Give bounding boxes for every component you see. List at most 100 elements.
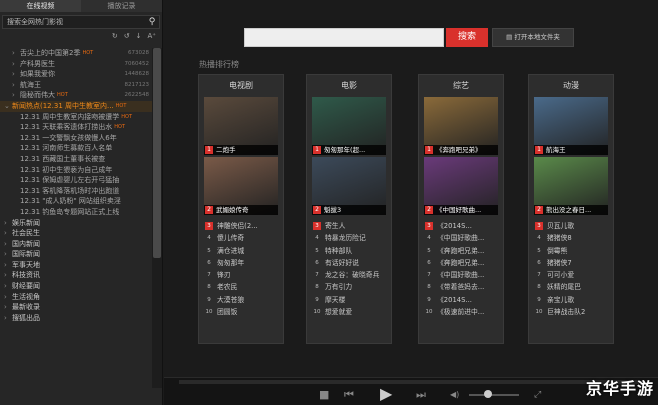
- rank-item[interactable]: 5 《奔跑吧兄弟...: [419, 245, 503, 257]
- sidebar-item[interactable]: 12.31 客机降落机场时冲出跑道: [0, 186, 152, 197]
- rank-item[interactable]: 4 傻儿传奇: [199, 232, 283, 244]
- sidebar-item[interactable]: › 最新收录: [0, 302, 152, 313]
- rank-item[interactable]: 4 特暴龙历险记: [307, 232, 391, 244]
- sidebar-item[interactable]: 12.31 西藏国土董事长被查: [0, 154, 152, 165]
- search-button[interactable]: 搜索: [446, 28, 488, 47]
- rank-item[interactable]: 3 贝瓦儿歌: [529, 220, 613, 232]
- rank-item[interactable]: 5 特种部队: [307, 245, 391, 257]
- sidebar-item[interactable]: › 航海王 8217123: [0, 80, 152, 91]
- stop-icon[interactable]: ■: [319, 388, 329, 401]
- search-icon[interactable]: ⚲: [145, 17, 159, 27]
- rank-item[interactable]: 4 猪猪侠8: [529, 232, 613, 244]
- rank-number: 10: [425, 309, 433, 316]
- rank-item-label: 万有引力: [325, 283, 353, 292]
- font-size-icon[interactable]: A⁺: [148, 32, 156, 42]
- rank-item[interactable]: 10 巨神战击队2: [529, 306, 613, 318]
- rank-item[interactable]: 6 《奔跑吧兄弟...: [419, 257, 503, 269]
- refresh-icon[interactable]: ↻: [112, 32, 118, 42]
- sidebar-item[interactable]: 12.31 "成人奶粉" 网站组织卖淫: [0, 196, 152, 207]
- sidebar-item[interactable]: › 产科男医生 7060452: [0, 59, 152, 70]
- sidebar-item[interactable]: ⌄ 新闻热点(12.31 周中生教室内... HOT: [0, 100, 152, 112]
- poster-card[interactable]: 武媚娘传奇 2: [204, 157, 278, 215]
- sidebar-item[interactable]: 12.31 保姆虐婴儿左右开弓猛抽: [0, 175, 152, 186]
- sidebar-item[interactable]: › 科技资讯: [0, 270, 152, 281]
- rank-item[interactable]: 7 龙之谷：破晓奇兵: [307, 269, 391, 281]
- sidebar-item[interactable]: › 社会民生: [0, 228, 152, 239]
- scrollbar-thumb[interactable]: [153, 48, 161, 258]
- sidebar-item[interactable]: 12.31 钓鱼岛专题网站正式上线: [0, 207, 152, 218]
- rank-item[interactable]: 9 摩天楼: [307, 294, 391, 306]
- sidebar-item[interactable]: › 军事天地: [0, 260, 152, 271]
- poster-card[interactable]: 魁拔3 2: [312, 157, 386, 215]
- play-icon[interactable]: ▶: [380, 384, 392, 403]
- poster-card[interactable]: 航海王 1: [534, 97, 608, 155]
- volume-icon[interactable]: ◀): [450, 390, 459, 399]
- next-icon[interactable]: ⏭: [416, 388, 426, 402]
- rank-item[interactable]: 8 老农民: [199, 281, 283, 293]
- sidebar-scrollbar[interactable]: [152, 48, 162, 388]
- sidebar-tabs: 在线视频 播放记录: [0, 0, 162, 12]
- sidebar-item[interactable]: 12.31 周中生教室内接吻被遭学 HOT: [0, 112, 152, 123]
- tab-play-history[interactable]: 播放记录: [81, 0, 162, 12]
- rank-item[interactable]: 8 《带着爸妈去...: [419, 281, 503, 293]
- sidebar-item[interactable]: › 隐秘而伟大 HOT 2622548: [0, 90, 152, 101]
- poster-card[interactable]: 《奔跑吧兄弟》 1: [424, 97, 498, 155]
- sidebar-item[interactable]: 12.31 天联乘客遗体打捞出水 HOT: [0, 122, 152, 133]
- sidebar-search-input[interactable]: 搜索全网热门影视: [3, 17, 145, 27]
- poster-card[interactable]: 二炮手 1: [204, 97, 278, 155]
- rank-item[interactable]: 7 《中国好歌曲...: [419, 269, 503, 281]
- rank-item[interactable]: 9 亲宝儿歌: [529, 294, 613, 306]
- sidebar-item[interactable]: › 国际新闻: [0, 249, 152, 260]
- sidebar-item[interactable]: › 国内新闻: [0, 239, 152, 250]
- rank-item[interactable]: 6 匆匆那年: [199, 257, 283, 269]
- rank-item[interactable]: 3 寄生人: [307, 220, 391, 232]
- rank-item-label: 老农民: [217, 283, 238, 292]
- rank-item[interactable]: 3 神雕侠侣(2...: [199, 220, 283, 232]
- chevron-right-icon: ›: [12, 49, 15, 57]
- sidebar-item[interactable]: › 舌尖上的中国第2季 HOT 673028: [0, 48, 152, 59]
- sidebar-item[interactable]: 12.31 河南师生募款百人名单: [0, 143, 152, 154]
- sidebar-item[interactable]: 12.31 一交警飘女孩做慢人6年: [0, 133, 152, 144]
- rank-item[interactable]: 4 《中国好歌曲...: [419, 232, 503, 244]
- volume-knob[interactable]: [484, 390, 492, 398]
- sidebar-item-label: 如果我爱你: [20, 70, 55, 79]
- rank-item[interactable]: 6 猪猪侠7: [529, 257, 613, 269]
- rank-item[interactable]: 3 《2014S...: [419, 220, 503, 232]
- rank-item[interactable]: 7 可可小爱: [529, 269, 613, 281]
- volume-slider[interactable]: [469, 394, 519, 396]
- sidebar-item[interactable]: 12.31 初中生猥亵为自己成年: [0, 165, 152, 176]
- sidebar-item[interactable]: › 财经要闻: [0, 281, 152, 292]
- poster-card[interactable]: 《中国好歌曲... 2: [424, 157, 498, 215]
- rank-item[interactable]: 9 大漠苍狼: [199, 294, 283, 306]
- rank-item[interactable]: 8 妖精的尾巴: [529, 281, 613, 293]
- prev-icon[interactable]: ⏮: [344, 388, 354, 402]
- rank-number-badge: 1: [313, 146, 321, 154]
- download-icon[interactable]: ↓: [136, 32, 142, 42]
- rank-item[interactable]: 5 满仓进城: [199, 245, 283, 257]
- sidebar-item[interactable]: › 搜狐出品: [0, 313, 152, 324]
- rank-item-label: 大漠苍狼: [217, 295, 245, 304]
- poster-card[interactable]: 匆匆那年(超... 1: [312, 97, 386, 155]
- open-local-folder-button[interactable]: ▤ 打开本地文件夹: [492, 28, 574, 47]
- sidebar-search[interactable]: 搜索全网热门影视 ⚲: [2, 15, 160, 29]
- fullscreen-icon[interactable]: ⤢: [534, 390, 541, 400]
- sidebar-item[interactable]: › 如果我爱你 1448628: [0, 69, 152, 80]
- rank-item[interactable]: 9 《2014S...: [419, 294, 503, 306]
- rank-item[interactable]: 7 锋刃: [199, 269, 283, 281]
- rank-number: 9: [427, 296, 431, 303]
- undo-icon[interactable]: ↺: [124, 32, 130, 42]
- rank-item-label: 特种部队: [325, 246, 353, 255]
- rank-item[interactable]: 5 倒霉熊: [529, 245, 613, 257]
- rank-item[interactable]: 6 有话好好说: [307, 257, 391, 269]
- poster-card[interactable]: 熊出没之春日... 2: [534, 157, 608, 215]
- sidebar-item[interactable]: › 生活视角: [0, 292, 152, 303]
- rank-item[interactable]: 8 万有引力: [307, 281, 391, 293]
- progress-bar[interactable]: [179, 380, 639, 384]
- main-search-input[interactable]: [244, 28, 444, 47]
- tab-online-video[interactable]: 在线视频: [0, 0, 81, 12]
- rank-item[interactable]: 10 《极速前进中...: [419, 306, 503, 318]
- rank-item[interactable]: 10 想爱就爱: [307, 306, 391, 318]
- sidebar-item[interactable]: › 娱乐新闻: [0, 218, 152, 229]
- rank-number: 5: [537, 247, 541, 254]
- rank-item[interactable]: 10 团圆饭: [199, 306, 283, 318]
